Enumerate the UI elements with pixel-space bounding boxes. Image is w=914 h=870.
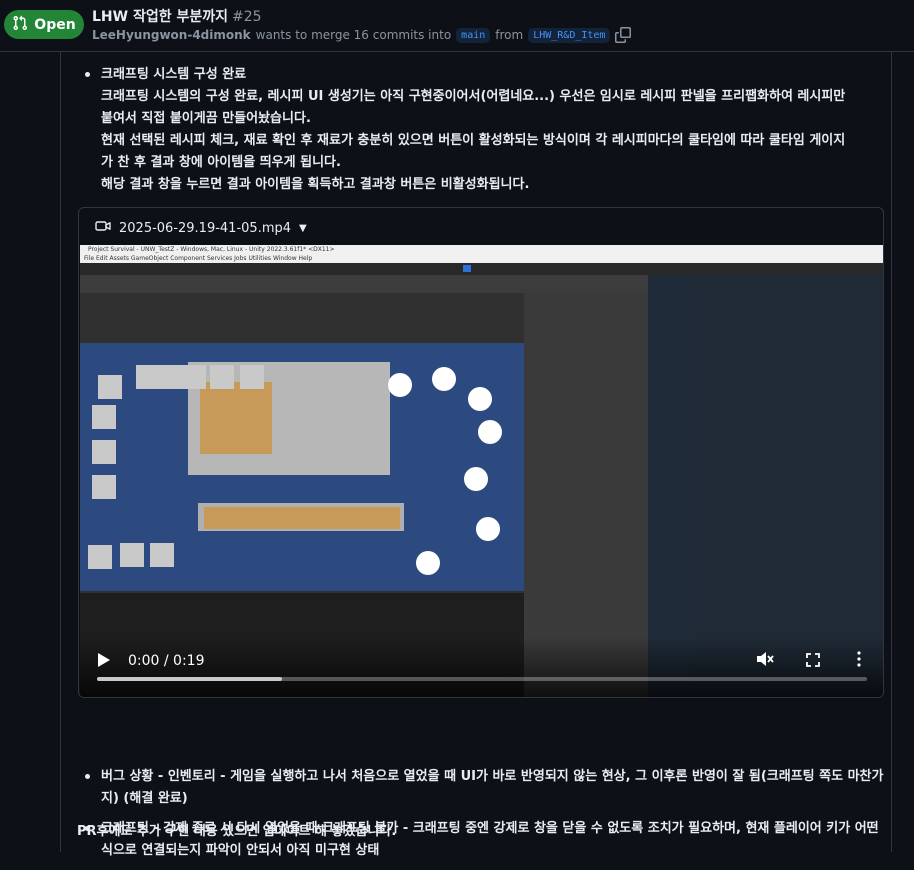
list-item: 버그 상황 - 인벤토리 - 게임을 실행하고 나서 처음으로 열었을 때 UI…: [61, 766, 891, 810]
video-progress-track[interactable]: [97, 677, 867, 681]
play-icon[interactable]: [98, 653, 110, 667]
mute-icon[interactable]: [756, 651, 774, 667]
video-progress-fill: [97, 677, 282, 681]
game-tile: [92, 405, 116, 429]
unity-menu: File Edit Assets GameObject Component Se…: [84, 255, 313, 262]
author-link[interactable]: LeeHyungwon-4dimonk: [92, 28, 251, 42]
chevron-down-icon: ▼: [299, 222, 307, 234]
game-tile: [240, 365, 264, 389]
pr-title-text: LHW 작업한 부분까지: [92, 9, 228, 25]
intro-line-3: 현재 선택된 레시피 체크, 재료 확인 후 재료가 충분히 있으면 버튼이 활…: [101, 133, 846, 148]
intro-line-1: 크래프팅 시스템의 구성 완료, 레시피 UI 생성기는 아직 구현중이어서(어…: [101, 89, 846, 104]
game-circle: [464, 467, 488, 491]
list-item: 크래프팅 시스템 구성 완료 크래프팅 시스템의 구성 완료, 레시피 UI 생…: [61, 64, 891, 196]
video-summary[interactable]: 2025-06-29.19-41-05.mp4 ▼: [95, 218, 307, 238]
game-tile: [92, 440, 116, 464]
video-icon: [95, 218, 111, 238]
copy-icon[interactable]: [615, 27, 632, 43]
video-attachment: 2025-06-29.19-41-05.mp4 ▼ Project Surviv…: [78, 207, 884, 698]
game-tile: [92, 475, 116, 499]
unity-hierarchy: [648, 275, 690, 697]
pr-meta: LeeHyungwon-4dimonk wants to merge 16 co…: [92, 25, 632, 45]
game-tile: [150, 543, 174, 567]
pr-sticky-header: Open LHW 작업한 부분까지 #25 LeeHyungwon-4dimonk…: [0, 0, 914, 52]
video-time: 0:00 / 0:19: [128, 653, 205, 669]
game-circle: [416, 551, 440, 575]
intro-title: 크래프팅 시스템 구성 완료: [101, 67, 247, 82]
game-circle: [478, 420, 502, 444]
base-branch[interactable]: main: [456, 27, 491, 43]
intro-line-2: 붙여서 직접 붙이게끔 만들어놨습니다.: [101, 111, 311, 126]
intro-lines: 크래프팅 시스템의 구성 완료, 레시피 UI 생성기는 아직 구현중이어서(어…: [101, 86, 891, 196]
from-text: from: [495, 28, 524, 42]
game-circle: [432, 367, 456, 391]
intro-line-5: 해당 결과 창을 누르면 결과 아이템을 획득하고 결과창 버튼은 비활성화됩니…: [101, 177, 530, 192]
game-tile: [210, 365, 234, 389]
unity-inspector: [690, 275, 883, 697]
video-controls: 0:00 / 0:19: [80, 637, 883, 697]
pr-number: #25: [232, 9, 262, 25]
more-icon[interactable]: [856, 651, 862, 667]
pr-title: LHW 작업한 부분까지 #25: [92, 6, 262, 26]
video-player[interactable]: Project Survival - UNW_TestZ - Windows, …: [80, 245, 883, 697]
footer-note: PR후에도 추가 구현 내용 있으면 업데이트 해 놓겠습니다.: [77, 824, 397, 839]
game-tile: [88, 545, 112, 569]
pr-description-body: 크래프팅 시스템 구성 완료 크래프팅 시스템의 구성 완료, 레시피 UI 생…: [60, 52, 892, 858]
game-tile: [136, 365, 206, 389]
game-circle: [468, 387, 492, 411]
game-tile: [120, 543, 144, 567]
pr-state-label: Open: [34, 16, 76, 33]
game-tile: [98, 375, 122, 399]
head-branch[interactable]: LHW_R&D_Item: [528, 27, 611, 43]
merge-text: wants to merge 16 commits into: [255, 28, 452, 42]
intro-line-4: 가 찬 후 결과 창에 아이템을 띄우게 됩니다.: [101, 155, 341, 170]
inventory-grid: [200, 382, 272, 454]
game-circle: [388, 373, 412, 397]
unity-play-indicator: [463, 265, 471, 272]
hotbar: [204, 507, 400, 529]
issue-list: 버그 상황 - 인벤토리 - 게임을 실행하고 나서 처음으로 열었을 때 UI…: [61, 766, 891, 870]
intro-list: 크래프팅 시스템 구성 완료 크래프팅 시스템의 구성 완료, 레시피 UI 생…: [61, 64, 891, 196]
unity-window-title: Project Survival - UNW_TestZ - Windows, …: [88, 246, 335, 253]
game-circle: [476, 517, 500, 541]
pr-state-badge: Open: [4, 10, 84, 39]
video-filename: 2025-06-29.19-41-05.mp4: [119, 220, 292, 236]
unity-toolbar: [80, 263, 883, 275]
git-pull-request-icon: [12, 15, 28, 35]
fullscreen-icon[interactable]: [806, 653, 820, 667]
